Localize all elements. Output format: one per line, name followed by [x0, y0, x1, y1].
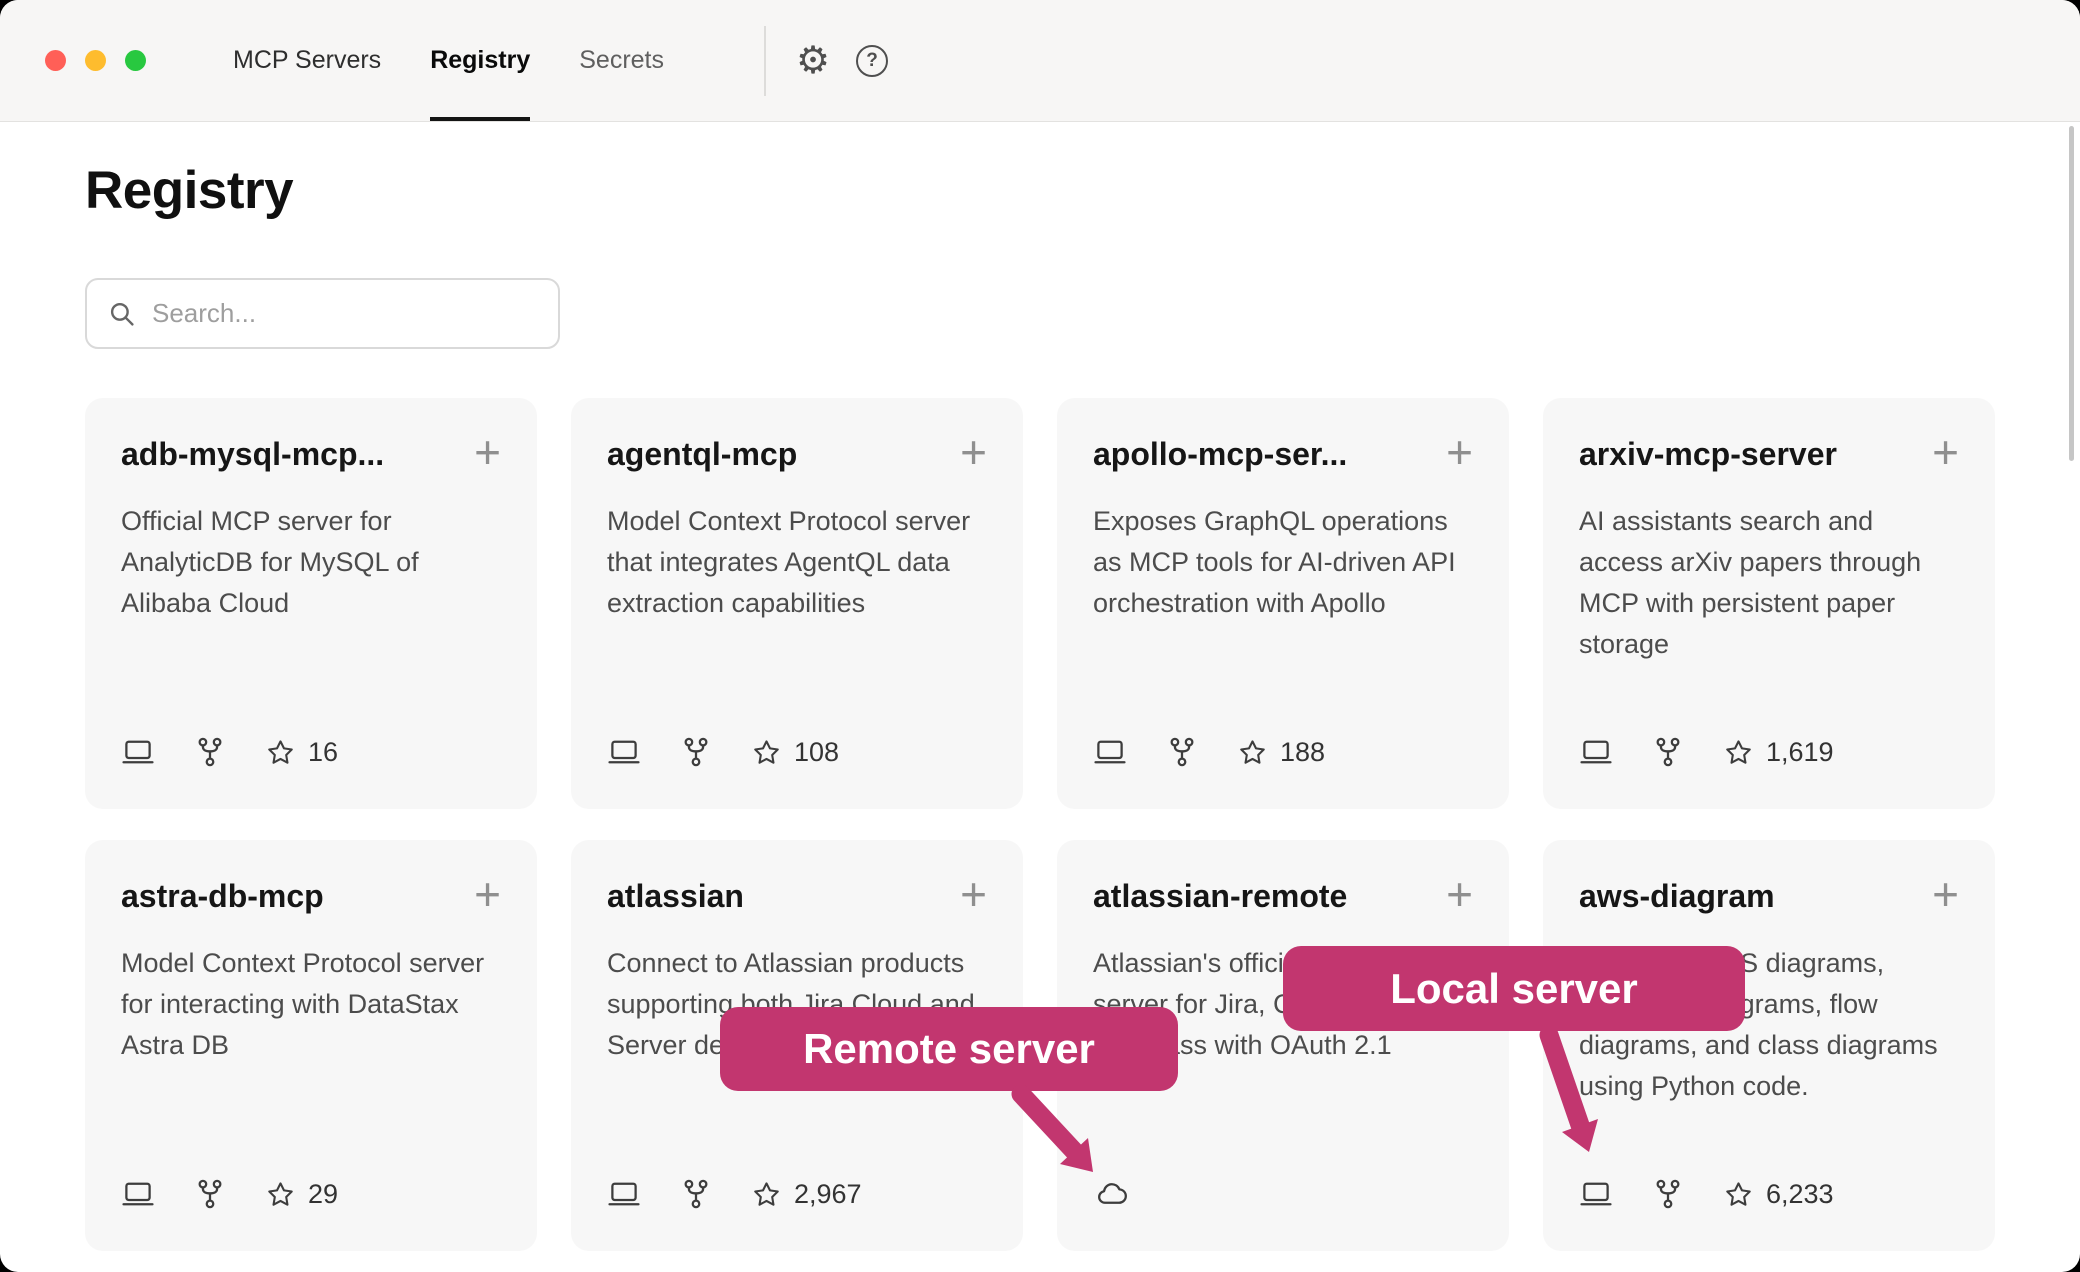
add-server-button[interactable]: + [1446, 434, 1473, 471]
server-name: adb-mysql-mcp... [121, 436, 384, 473]
add-server-button[interactable]: + [960, 434, 987, 471]
git-fork-icon[interactable] [679, 735, 713, 769]
git-fork-icon[interactable] [193, 1177, 227, 1211]
laptop-icon [1579, 1177, 1613, 1211]
card-footer: 16 [121, 735, 338, 769]
server-card[interactable]: astra-db-mcp + Model Context Protocol se… [85, 840, 537, 1251]
search-input[interactable] [152, 298, 538, 329]
add-server-button[interactable]: + [1932, 876, 1959, 913]
server-card[interactable]: apollo-mcp-ser... + Exposes GraphQL oper… [1057, 398, 1509, 809]
laptop-icon [121, 1177, 155, 1211]
card-footer: 1,619 [1579, 735, 1834, 769]
stars-badge: 108 [751, 737, 839, 768]
server-description: Model Context Protocol server for intera… [121, 943, 501, 1066]
server-description: Official MCP server for AnalyticDB for M… [121, 501, 501, 624]
git-fork-icon[interactable] [1651, 1177, 1685, 1211]
server-name: atlassian-remote [1093, 878, 1347, 915]
minimize-button[interactable] [85, 50, 106, 71]
scrollbar-thumb[interactable] [2069, 126, 2074, 461]
star-count: 29 [308, 1179, 338, 1210]
tab-registry[interactable]: Registry [430, 0, 530, 121]
star-count: 16 [308, 737, 338, 768]
card-footer: 108 [607, 735, 839, 769]
git-fork-icon[interactable] [679, 1177, 713, 1211]
star-icon [265, 1179, 296, 1210]
stars-badge: 29 [265, 1179, 338, 1210]
laptop-icon [607, 735, 641, 769]
star-icon [1723, 737, 1754, 768]
local-server-callout: Local server [1283, 946, 1745, 1031]
server-description: Exposes GraphQL operations as MCP tools … [1093, 501, 1473, 624]
card-footer: 29 [121, 1177, 338, 1211]
add-server-button[interactable]: + [1932, 434, 1959, 471]
server-name: arxiv-mcp-server [1579, 436, 1837, 473]
star-count: 2,967 [794, 1179, 862, 1210]
card-footer: 2,967 [607, 1177, 862, 1211]
server-card[interactable]: arxiv-mcp-server + AI assistants search … [1543, 398, 1995, 809]
star-icon [265, 737, 296, 768]
card-footer: 6,233 [1579, 1177, 1834, 1211]
server-name: astra-db-mcp [121, 878, 324, 915]
add-server-button[interactable]: + [960, 876, 987, 913]
laptop-icon [1093, 735, 1127, 769]
star-count: 6,233 [1766, 1179, 1834, 1210]
add-server-button[interactable]: + [474, 876, 501, 913]
git-fork-icon[interactable] [193, 735, 227, 769]
tab-secrets[interactable]: Secrets [579, 0, 664, 121]
stars-badge: 16 [265, 737, 338, 768]
laptop-icon [1579, 735, 1613, 769]
server-description: AI assistants search and access arXiv pa… [1579, 501, 1959, 665]
star-count: 1,619 [1766, 737, 1834, 768]
star-icon [751, 1179, 782, 1210]
window-controls [45, 50, 146, 71]
stars-badge: 1,619 [1723, 737, 1834, 768]
gear-icon[interactable]: ⚙ [796, 42, 830, 80]
search-icon [107, 299, 137, 329]
remote-server-arrow [1005, 1085, 1115, 1185]
add-server-button[interactable]: + [474, 434, 501, 471]
search-box [85, 278, 560, 349]
git-fork-icon[interactable] [1651, 735, 1685, 769]
zoom-button[interactable] [125, 50, 146, 71]
close-button[interactable] [45, 50, 66, 71]
server-name: aws-diagram [1579, 878, 1775, 915]
titlebar: MCP Servers Registry Secrets ⚙ ? [0, 0, 2080, 122]
server-name: atlassian [607, 878, 744, 915]
server-description: Model Context Protocol server that integ… [607, 501, 987, 624]
stars-badge: 188 [1237, 737, 1325, 768]
stars-badge: 6,233 [1723, 1179, 1834, 1210]
server-name: apollo-mcp-ser... [1093, 436, 1347, 473]
remote-server-callout: Remote server [720, 1007, 1178, 1091]
page-title: Registry [85, 160, 1995, 222]
add-server-button[interactable]: + [1446, 876, 1473, 913]
laptop-icon [121, 735, 155, 769]
main-nav: MCP Servers Registry Secrets [233, 0, 664, 121]
card-footer: 188 [1093, 735, 1325, 769]
help-icon[interactable]: ? [856, 45, 888, 77]
server-card[interactable]: adb-mysql-mcp... + Official MCP server f… [85, 398, 537, 809]
star-count: 108 [794, 737, 839, 768]
app-window: MCP Servers Registry Secrets ⚙ ? Registr… [0, 0, 2080, 1272]
toolbar-divider [764, 26, 766, 96]
server-card[interactable]: agentql-mcp + Model Context Protocol ser… [571, 398, 1023, 809]
tab-mcp-servers[interactable]: MCP Servers [233, 0, 381, 121]
git-fork-icon[interactable] [1165, 735, 1199, 769]
local-server-arrow [1520, 1028, 1630, 1168]
toolbar-icons: ⚙ ? [796, 0, 888, 121]
stars-badge: 2,967 [751, 1179, 862, 1210]
laptop-icon [607, 1177, 641, 1211]
star-icon [751, 737, 782, 768]
star-icon [1237, 737, 1268, 768]
server-name: agentql-mcp [607, 436, 797, 473]
star-count: 188 [1280, 737, 1325, 768]
star-icon [1723, 1179, 1754, 1210]
